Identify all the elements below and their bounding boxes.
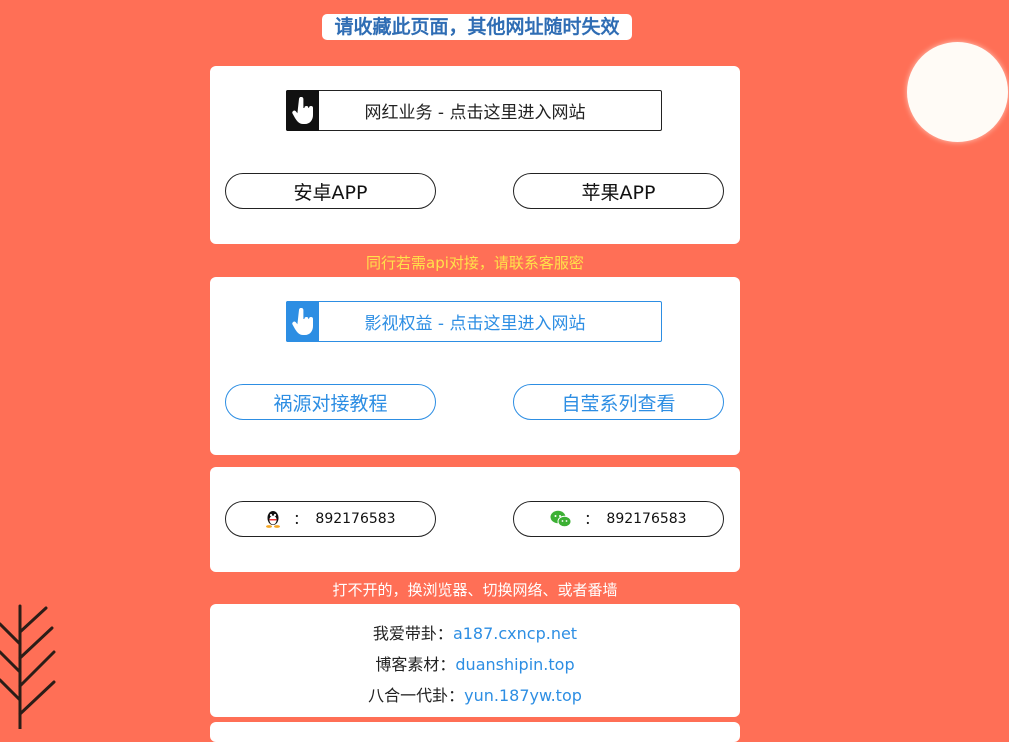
enter-media-site-button[interactable]: 影视权益 - 点击这里进入网站: [286, 301, 662, 342]
media-card: 影视权益 - 点击这里进入网站 祸源对接教程 自莹系列查看: [210, 277, 740, 455]
android-app-button[interactable]: 安卓APP: [225, 173, 436, 209]
link-url[interactable]: a187.cxncp.net: [453, 624, 577, 643]
link-row: 博客素材：duanshipin.top: [210, 651, 740, 675]
link-label: 八合一代卦：: [368, 686, 465, 705]
link-label: 博客素材：: [375, 655, 456, 674]
business-card: 网红业务 - 点击这里进入网站 安卓APP 苹果APP: [210, 66, 740, 244]
qq-contact[interactable]: ： 892176583: [225, 501, 436, 537]
link-row: 我爱带卦：a187.cxncp.net: [210, 620, 740, 644]
ios-app-button[interactable]: 苹果APP: [513, 173, 724, 209]
wechat-icon: [550, 510, 572, 528]
pointer-hand-icon: [286, 90, 319, 131]
link-url[interactable]: duanshipin.top: [455, 655, 574, 674]
integration-guide-button[interactable]: 祸源对接教程: [225, 384, 436, 420]
link-label: 我爱带卦：: [372, 624, 453, 643]
open-notice: 打不开的，换浏览器、切换网络、或者番墙: [332, 581, 618, 599]
contact-card: ： 892176583 ： 892176583: [210, 467, 740, 572]
tree-decoration: [0, 604, 56, 729]
wechat-number: 892176583: [606, 511, 687, 527]
link-row: 八合一代卦：yun.187yw.top: [210, 682, 740, 706]
api-notice: 同行若需api对接，请联系客服密: [366, 254, 584, 272]
sun-decoration: [907, 42, 1008, 142]
links-card: 我爱带卦：a187.cxncp.net 博客素材：duanshipin.top …: [210, 604, 740, 717]
series-view-button[interactable]: 自莹系列查看: [513, 384, 724, 420]
next-card-partial: [210, 722, 740, 742]
page-title: 请收藏此页面，其他网址随时失效: [322, 14, 632, 40]
qq-separator: ：: [293, 512, 308, 528]
enter-site-button[interactable]: 网红业务 - 点击这里进入网站: [286, 90, 662, 131]
wechat-contact[interactable]: ： 892176583: [513, 501, 724, 537]
pointer-hand-icon: [286, 301, 319, 342]
wechat-separator: ：: [584, 512, 599, 528]
qq-number: 892176583: [315, 511, 396, 527]
qq-penguin-icon: [266, 511, 281, 528]
enter-site-label: 网红业务 - 点击这里进入网站: [364, 103, 586, 123]
enter-media-site-label: 影视权益 - 点击这里进入网站: [364, 314, 586, 334]
link-url[interactable]: yun.187yw.top: [464, 686, 582, 705]
